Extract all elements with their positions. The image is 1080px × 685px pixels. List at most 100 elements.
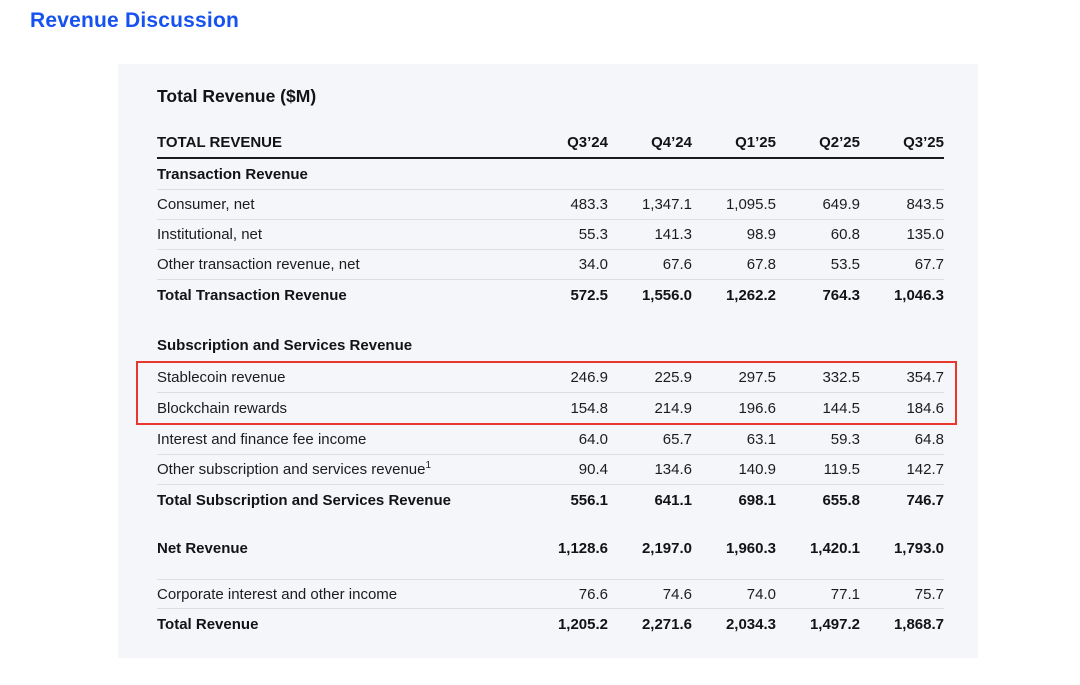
cell-value: 354.7 bbox=[860, 369, 944, 386]
row-label: Total Transaction Revenue bbox=[157, 287, 524, 304]
cell-value: 655.8 bbox=[776, 492, 860, 509]
cell-value: 2,034.3 bbox=[692, 616, 776, 633]
cell-value: 135.0 bbox=[860, 226, 944, 243]
cell-value: 1,046.3 bbox=[860, 287, 944, 304]
row-label: Corporate interest and other income bbox=[157, 586, 524, 603]
cell-value: 2,271.6 bbox=[608, 616, 692, 633]
table-row: Total Revenue1,205.22,271.62,034.31,497.… bbox=[157, 609, 944, 639]
row-label: Stablecoin revenue bbox=[157, 369, 524, 386]
cell-value: 214.9 bbox=[608, 400, 692, 417]
cell-value: 98.9 bbox=[692, 226, 776, 243]
cell-value: 74.0 bbox=[692, 586, 776, 603]
row-label: Blockchain rewards bbox=[157, 400, 524, 417]
cell-value: 1,868.7 bbox=[860, 616, 944, 633]
cell-value: 556.1 bbox=[524, 492, 608, 509]
row-label: Other subscription and services revenue1 bbox=[157, 461, 524, 478]
cell-value: 196.6 bbox=[692, 400, 776, 417]
column-header: Q3’24 bbox=[524, 134, 608, 151]
row-spacer bbox=[157, 310, 944, 330]
cell-value: 1,347.1 bbox=[608, 196, 692, 213]
table-row: Net Revenue1,128.62,197.01,960.31,420.11… bbox=[157, 533, 944, 563]
row-spacer bbox=[157, 515, 944, 533]
cell-value: 76.6 bbox=[524, 586, 608, 603]
page: Revenue Discussion Total Revenue ($M) TO… bbox=[0, 0, 1080, 685]
column-header: Q4’24 bbox=[608, 134, 692, 151]
cell-value: 297.5 bbox=[692, 369, 776, 386]
row-label: Other transaction revenue, net bbox=[157, 256, 524, 273]
cell-value: 1,420.1 bbox=[776, 540, 860, 557]
table-row: Total Subscription and Services Revenue5… bbox=[157, 485, 944, 515]
row-label: Institutional, net bbox=[157, 226, 524, 243]
cell-value: 144.5 bbox=[776, 400, 860, 417]
cell-value: 64.8 bbox=[860, 431, 944, 448]
cell-value: 1,556.0 bbox=[608, 287, 692, 304]
cell-value: 746.7 bbox=[860, 492, 944, 509]
table-row: Consumer, net483.31,347.11,095.5649.9843… bbox=[157, 190, 944, 220]
cell-value: 698.1 bbox=[692, 492, 776, 509]
revenue-table-card: Total Revenue ($M) TOTAL REVENUE Q3’24Q4… bbox=[118, 64, 978, 658]
cell-value: 90.4 bbox=[524, 461, 608, 478]
cell-value: 1,128.6 bbox=[524, 540, 608, 557]
cell-value: 34.0 bbox=[524, 256, 608, 273]
cell-value: 142.7 bbox=[860, 461, 944, 478]
cell-value: 64.0 bbox=[524, 431, 608, 448]
cell-value: 1,497.2 bbox=[776, 616, 860, 633]
table-row: Stablecoin revenue246.9225.9297.5332.535… bbox=[157, 363, 944, 393]
cell-value: 649.9 bbox=[776, 196, 860, 213]
cell-value: 184.6 bbox=[860, 400, 944, 417]
row-label: Transaction Revenue bbox=[157, 166, 944, 183]
cell-value: 60.8 bbox=[776, 226, 860, 243]
cell-value: 119.5 bbox=[776, 461, 860, 478]
cell-value: 63.1 bbox=[692, 431, 776, 448]
table-row: Institutional, net55.3141.398.960.8135.0 bbox=[157, 220, 944, 250]
cell-value: 225.9 bbox=[608, 369, 692, 386]
cell-value: 764.3 bbox=[776, 287, 860, 304]
cell-value: 53.5 bbox=[776, 256, 860, 273]
cell-value: 77.1 bbox=[776, 586, 860, 603]
table-row: Other transaction revenue, net34.067.667… bbox=[157, 250, 944, 280]
cell-value: 59.3 bbox=[776, 431, 860, 448]
cell-value: 67.8 bbox=[692, 256, 776, 273]
cell-value: 572.5 bbox=[524, 287, 608, 304]
row-label: Total Revenue bbox=[157, 616, 524, 633]
row-label: Interest and finance fee income bbox=[157, 431, 524, 448]
cell-value: 332.5 bbox=[776, 369, 860, 386]
table-row: Subscription and Services Revenue bbox=[157, 330, 944, 361]
cell-value: 67.7 bbox=[860, 256, 944, 273]
table-title: Total Revenue ($M) bbox=[157, 86, 944, 107]
highlight-box: Stablecoin revenue246.9225.9297.5332.535… bbox=[136, 361, 957, 425]
table-header-label: TOTAL REVENUE bbox=[157, 134, 524, 151]
cell-value: 141.3 bbox=[608, 226, 692, 243]
cell-value: 154.8 bbox=[524, 400, 608, 417]
cell-value: 134.6 bbox=[608, 461, 692, 478]
column-header: Q1’25 bbox=[692, 134, 776, 151]
table-header-row: TOTAL REVENUE Q3’24Q4’24Q1’25Q2’25Q3’25 bbox=[157, 128, 944, 159]
cell-value: 641.1 bbox=[608, 492, 692, 509]
row-label: Total Subscription and Services Revenue bbox=[157, 492, 524, 509]
cell-value: 75.7 bbox=[860, 586, 944, 603]
table-row: Transaction Revenue bbox=[157, 159, 944, 190]
row-label: Net Revenue bbox=[157, 540, 524, 557]
cell-value: 65.7 bbox=[608, 431, 692, 448]
table-body: Transaction Revenue Consumer, net483.31,3… bbox=[157, 159, 944, 639]
cell-value: 74.6 bbox=[608, 586, 692, 603]
column-header: Q2’25 bbox=[776, 134, 860, 151]
cell-value: 843.5 bbox=[860, 196, 944, 213]
cell-value: 140.9 bbox=[692, 461, 776, 478]
cell-value: 67.6 bbox=[608, 256, 692, 273]
cell-value: 246.9 bbox=[524, 369, 608, 386]
cell-value: 1,262.2 bbox=[692, 287, 776, 304]
footnote-marker: 1 bbox=[425, 460, 431, 471]
cell-value: 1,095.5 bbox=[692, 196, 776, 213]
cell-value: 55.3 bbox=[524, 226, 608, 243]
column-header: Q3’25 bbox=[860, 134, 944, 151]
row-spacer bbox=[157, 563, 944, 579]
row-label: Consumer, net bbox=[157, 196, 524, 213]
cell-value: 483.3 bbox=[524, 196, 608, 213]
cell-value: 1,793.0 bbox=[860, 540, 944, 557]
table-row: Interest and finance fee income64.065.76… bbox=[157, 425, 944, 455]
page-title: Revenue Discussion bbox=[30, 9, 239, 33]
table-row: Blockchain rewards154.8214.9196.6144.518… bbox=[157, 393, 944, 423]
table-row: Corporate interest and other income76.67… bbox=[157, 579, 944, 609]
row-label: Subscription and Services Revenue bbox=[157, 337, 944, 354]
